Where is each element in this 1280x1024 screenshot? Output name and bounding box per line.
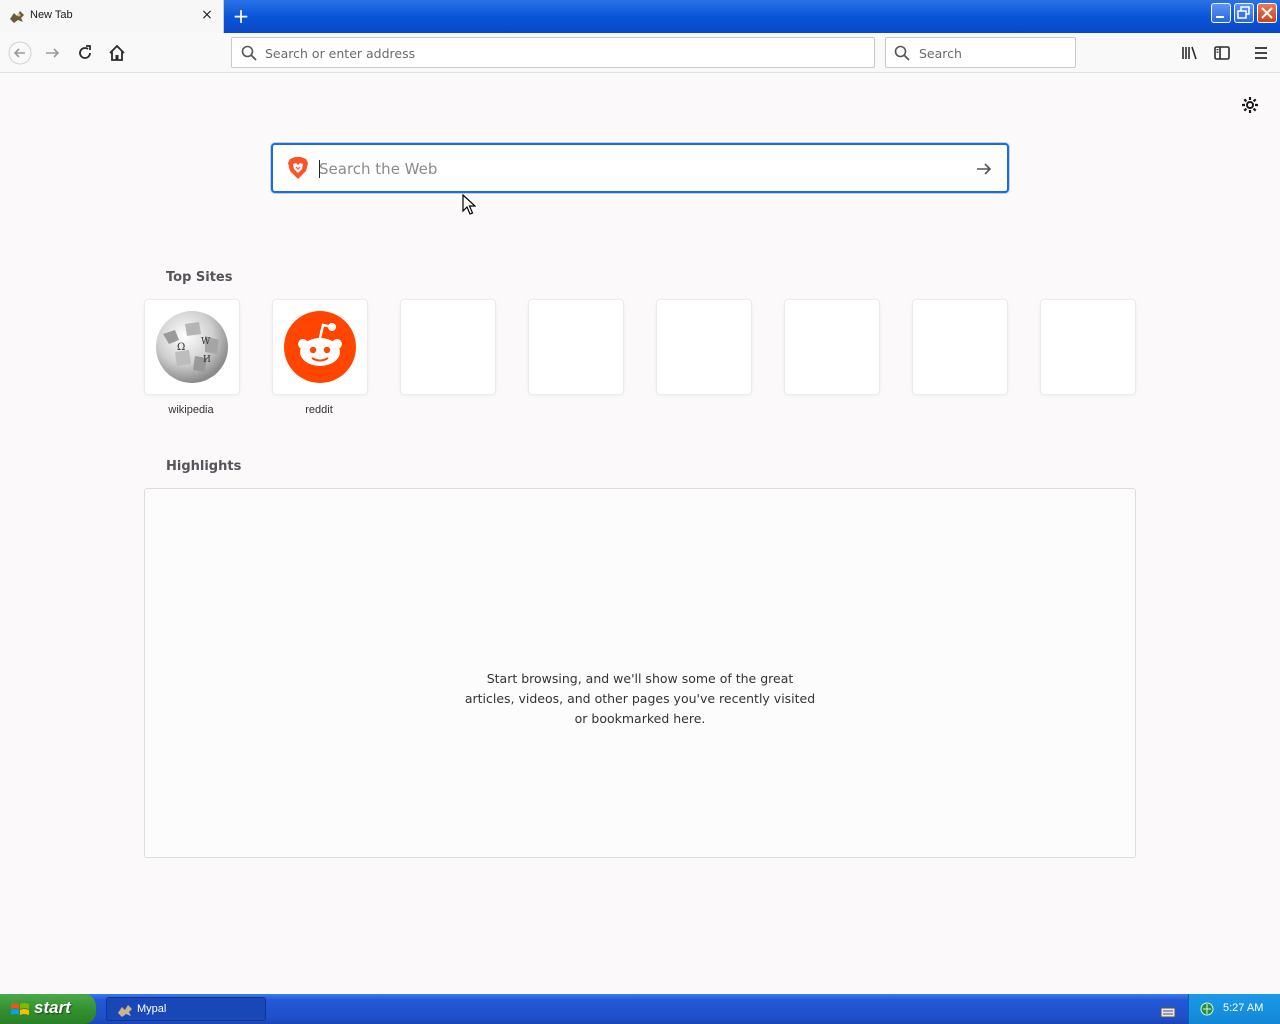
sidebar-icon [1214,46,1230,60]
url-bar[interactable] [231,37,875,69]
web-search-box[interactable] [271,143,1009,193]
network-icon[interactable] [1199,1001,1215,1021]
back-button[interactable] [8,41,32,65]
top-site-tile-empty[interactable] [1040,299,1136,395]
forward-arrow-icon [46,48,60,58]
search-icon [894,45,910,65]
top-site-label: reddit [305,404,333,416]
top-site-tile-empty[interactable] [656,299,752,395]
highlights-empty-message: Start browsing, and we'll show some of t… [464,671,816,726]
search-input[interactable] [917,38,1071,69]
mypal-icon [117,1003,133,1022]
start-button[interactable]: start [0,994,96,1024]
search-icon [241,45,257,65]
reddit-alien-icon [284,311,356,383]
search-submit-arrow-icon[interactable] [974,159,994,183]
new-tab-button[interactable]: + [231,6,251,26]
minimize-button[interactable] [1211,3,1231,23]
start-label: start [34,998,71,1017]
svg-text:W: W [201,337,211,347]
library-icon [1182,46,1197,60]
nav-toolbar [0,33,1280,73]
home-button[interactable] [105,41,129,65]
url-input[interactable] [263,38,867,69]
web-search-input[interactable] [317,145,961,193]
taskbar-item-label: Mypal [137,1003,167,1015]
search-bar[interactable] [885,37,1076,69]
svg-text:Ω: Ω [177,342,185,353]
tab-strip: New Tab × + [0,0,1280,33]
back-arrow-icon [8,41,32,65]
forward-button[interactable] [41,41,65,65]
top-site-tile-reddit[interactable] [272,299,368,395]
mouse-pointer-icon [462,193,477,220]
restore-button[interactable] [1234,3,1254,23]
top-site-tile-empty[interactable] [400,299,496,395]
clock: 5:27 AM [1223,1002,1264,1014]
settings-gear-icon[interactable] [1240,95,1260,115]
tab-new-tab[interactable]: New Tab × [0,0,224,33]
top-site-tile-wikipedia[interactable]: Ω W И [144,299,240,395]
tab-close-icon[interactable]: × [200,8,214,22]
mypal-icon [9,9,25,23]
close-window-button[interactable] [1257,3,1277,23]
top-site-tile-empty[interactable] [528,299,624,395]
top-site-tile-empty[interactable] [784,299,880,395]
menu-button[interactable] [1249,41,1273,65]
system-tray: 5:27 AM [1188,994,1280,1024]
taskbar-item-mypal[interactable]: Mypal [106,997,266,1021]
top-site-tile-empty[interactable] [912,299,1008,395]
wikipedia-globe-icon: Ω W И [156,311,228,383]
reload-icon [79,45,91,59]
home-icon [109,44,125,61]
windows-logo-icon [10,1001,30,1023]
svg-text:И: И [203,355,211,365]
keyboard-icon[interactable] [1160,1003,1176,1022]
highlights-heading: Highlights [166,459,242,474]
top-site-label: wikipedia [168,404,214,416]
hamburger-menu-icon [1255,47,1267,59]
top-sites-heading: Top Sites [166,270,233,285]
brave-lion-icon [287,156,309,184]
library-button[interactable] [1178,41,1202,65]
taskbar: start Mypal 5:27 AM [0,994,1280,1024]
sidebar-button[interactable] [1210,41,1234,65]
tab-title: New Tab [30,9,73,21]
reload-button[interactable] [73,41,97,65]
text-caret [319,160,320,178]
